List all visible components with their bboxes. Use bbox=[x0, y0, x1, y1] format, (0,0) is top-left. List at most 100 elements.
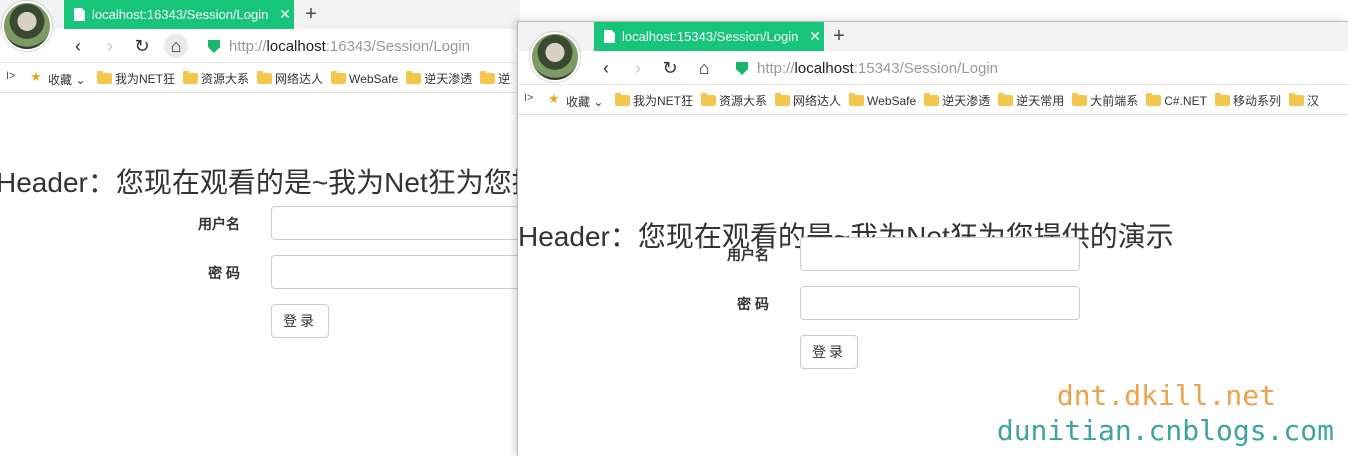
favorites-label: 收藏 bbox=[566, 95, 591, 109]
favorites-label: 收藏 bbox=[48, 73, 73, 87]
folder-icon bbox=[480, 71, 496, 84]
bookmark-label: 逆天渗透 bbox=[424, 72, 473, 86]
bookmark-folder[interactable]: 逆天渗透 bbox=[924, 92, 990, 109]
bookmark-folder[interactable]: 逆天常用 bbox=[998, 92, 1064, 109]
bookmark-label: 网络达人 bbox=[275, 72, 324, 86]
bookmark-label: 我为NET狂 bbox=[633, 94, 694, 108]
bookmark-folder[interactable]: 我为NET狂 bbox=[615, 92, 693, 109]
bookmark-label: WebSafe bbox=[867, 93, 917, 108]
bookmark-label: 网络达人 bbox=[793, 94, 842, 108]
url-scheme: http:// bbox=[757, 60, 795, 77]
folder-icon bbox=[257, 71, 273, 84]
page-header-text: Header：您现在观看的是~我为Net狂为您提供的演示 bbox=[0, 167, 520, 198]
star-icon: ★ bbox=[548, 91, 560, 106]
address-bar[interactable]: http://localhost:16343/Session/Login bbox=[229, 38, 470, 55]
bookmark-label: 逆天渗透 bbox=[942, 94, 991, 108]
password-input[interactable] bbox=[800, 286, 1080, 320]
sidebar-toggle-icon[interactable]: I> bbox=[524, 92, 536, 104]
tab-active[interactable]: localhost:16343/Session/Login ✕ bbox=[64, 0, 294, 29]
bookmark-label: 逆天常用 bbox=[1016, 94, 1065, 108]
secure-shield-icon bbox=[208, 40, 220, 53]
home-button[interactable]: ⌂ bbox=[692, 56, 716, 80]
navigation-bar: ‹ › ↻ ⌂ http://localhost:15343/Session/L… bbox=[518, 51, 1348, 85]
forward-button[interactable]: › bbox=[98, 34, 122, 58]
avatar[interactable] bbox=[2, 1, 52, 51]
url-scheme: http:// bbox=[229, 38, 267, 55]
bookmark-folder[interactable]: 网络达人 bbox=[257, 70, 323, 87]
tab-bar: localhost:15343/Session/Login ✕ + bbox=[518, 22, 1348, 51]
reload-button[interactable]: ↻ bbox=[658, 56, 682, 80]
password-label: 密 码 bbox=[737, 296, 769, 312]
page-icon bbox=[604, 30, 615, 43]
navigation-bar: ‹ › ↻ ⌂ http://localhost:16343/Session/L… bbox=[0, 29, 520, 63]
bookmark-label: 我为NET狂 bbox=[115, 72, 176, 86]
favorites-menu[interactable]: 收藏 ⌄ bbox=[566, 93, 603, 110]
folder-icon bbox=[1288, 93, 1304, 106]
login-button[interactable]: 登录 bbox=[800, 335, 858, 369]
sidebar-toggle-icon[interactable]: I> bbox=[6, 70, 18, 82]
bookmark-folder[interactable]: 逆 bbox=[480, 70, 510, 87]
tab-bar: localhost:16343/Session/Login ✕ + bbox=[0, 0, 520, 29]
bookmark-list: 我为NET狂 资源大系 网络达人 WebSafe 逆天渗透 逆天常用 大前端系 C#.NET 移… bbox=[615, 92, 1319, 109]
chevron-down-icon: ⌄ bbox=[593, 95, 604, 109]
bookmark-folder[interactable]: 资源大系 bbox=[183, 70, 249, 87]
folder-icon bbox=[331, 71, 347, 84]
url-path: :16343/Session/Login bbox=[325, 38, 471, 55]
url-host: localhost bbox=[794, 60, 854, 77]
bookmark-label: 资源大系 bbox=[201, 72, 250, 86]
login-button[interactable]: 登录 bbox=[271, 304, 329, 338]
back-button[interactable]: ‹ bbox=[66, 34, 90, 58]
bookmark-label: 资源大系 bbox=[719, 94, 768, 108]
tab-close-icon[interactable]: ✕ bbox=[806, 28, 824, 45]
username-input[interactable] bbox=[271, 206, 520, 240]
chevron-down-icon: ⌄ bbox=[75, 73, 86, 87]
folder-icon bbox=[183, 71, 199, 84]
new-tab-button[interactable]: + bbox=[827, 24, 851, 48]
watermark-line-1: dnt.dkill.net bbox=[1056, 379, 1276, 412]
address-bar[interactable]: http://localhost:15343/Session/Login bbox=[757, 60, 998, 77]
tab-close-icon[interactable]: ✕ bbox=[276, 6, 294, 23]
tab-active[interactable]: localhost:15343/Session/Login ✕ bbox=[594, 22, 824, 51]
avatar[interactable] bbox=[530, 32, 580, 82]
bookmark-folder[interactable]: 移动系列 bbox=[1214, 92, 1281, 109]
home-button[interactable]: ⌂ bbox=[164, 34, 188, 58]
bookmark-folder[interactable]: 资源大系 bbox=[701, 92, 767, 109]
reload-button[interactable]: ↻ bbox=[130, 34, 154, 58]
folder-icon bbox=[849, 93, 865, 106]
folder-icon bbox=[998, 93, 1014, 106]
bookmark-folder[interactable]: WebSafe bbox=[331, 70, 398, 87]
bookmark-folder[interactable]: 汉 bbox=[1288, 92, 1319, 109]
favorites-menu[interactable]: 收藏 ⌄ bbox=[48, 71, 85, 88]
page-content: Header：您现在观看的是~我为Net狂为您提供的演示 用户名 密 码 登录 bbox=[0, 93, 520, 456]
folder-icon bbox=[406, 71, 422, 84]
bookmarks-bar: I> ★ 收藏 ⌄ 我为NET狂 资源大系 网络达人 WebSafe 逆天渗透 逆天常用 大… bbox=[518, 85, 1348, 115]
back-button[interactable]: ‹ bbox=[594, 56, 618, 80]
new-tab-button[interactable]: + bbox=[299, 2, 323, 26]
username-label: 用户名 bbox=[198, 216, 240, 232]
folder-icon bbox=[97, 71, 112, 84]
bookmark-label: WebSafe bbox=[349, 71, 399, 86]
folder-icon bbox=[1146, 93, 1162, 106]
bookmark-folder[interactable]: WebSafe bbox=[849, 92, 916, 109]
bookmark-folder[interactable]: 我为NET狂 bbox=[97, 70, 175, 87]
star-icon: ★ bbox=[30, 69, 42, 84]
bookmark-folder[interactable]: 网络达人 bbox=[775, 92, 841, 109]
password-label: 密 码 bbox=[208, 265, 240, 281]
folder-icon bbox=[1214, 93, 1230, 106]
folder-icon bbox=[924, 93, 940, 106]
forward-button[interactable]: › bbox=[626, 56, 650, 80]
bookmark-folder[interactable]: C#.NET bbox=[1146, 92, 1207, 109]
bookmark-folder[interactable]: 大前端系 bbox=[1072, 92, 1138, 109]
bookmark-label: 大前端系 bbox=[1090, 94, 1139, 108]
bookmark-list: 我为NET狂 资源大系 网络达人 WebSafe 逆天渗透 逆 bbox=[97, 70, 510, 87]
password-input[interactable] bbox=[271, 255, 520, 289]
folder-icon bbox=[615, 93, 630, 106]
username-label: 用户名 bbox=[727, 247, 769, 263]
folder-icon bbox=[1072, 93, 1088, 106]
bookmark-label: C#.NET bbox=[1164, 93, 1207, 108]
username-input[interactable] bbox=[800, 237, 1080, 271]
tab-title: localhost:15343/Session/Login bbox=[622, 29, 799, 44]
bookmark-label: 汉 bbox=[1306, 94, 1319, 108]
tab-title: localhost:16343/Session/Login bbox=[92, 7, 269, 22]
bookmark-folder[interactable]: 逆天渗透 bbox=[406, 70, 472, 87]
